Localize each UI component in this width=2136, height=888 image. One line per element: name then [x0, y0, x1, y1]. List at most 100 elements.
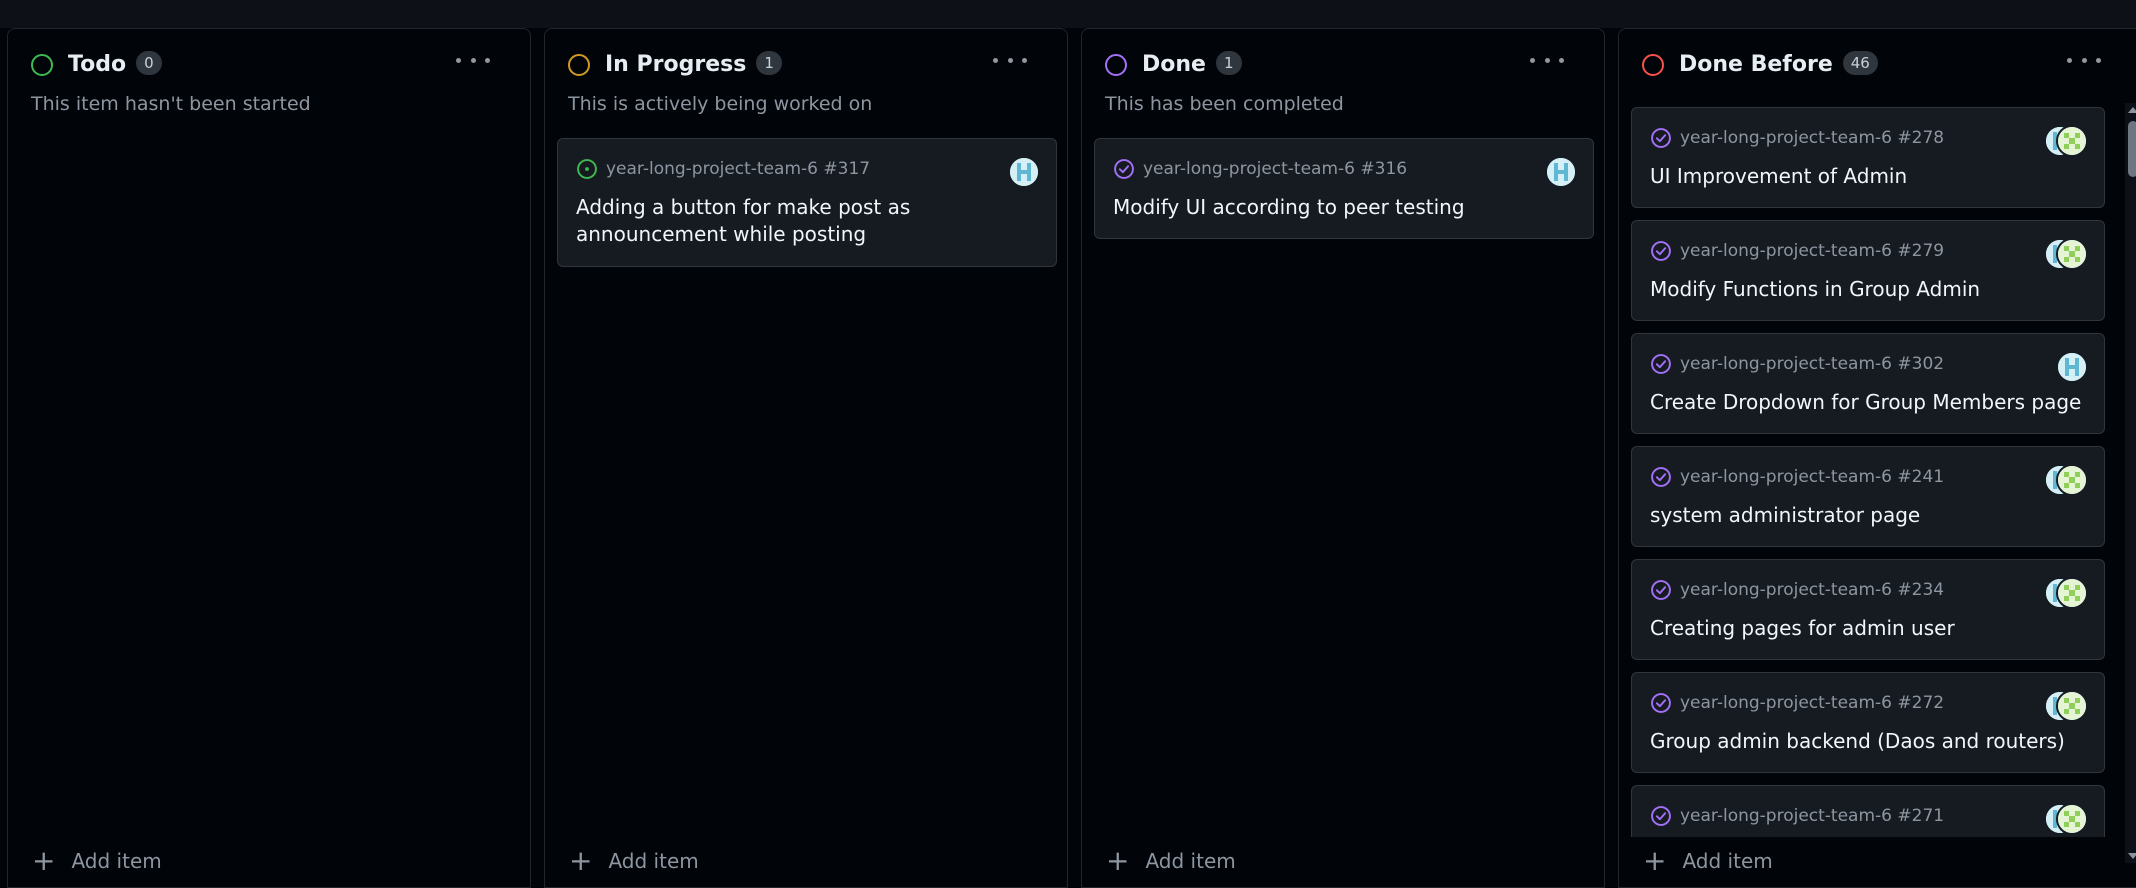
kebab-dot-icon — [1544, 57, 1550, 63]
column-description: This is actively being worked on — [568, 93, 873, 115]
issue-reference: year-long-project-team-6 #241 — [1680, 467, 1945, 487]
column-header: Todo 0 This item hasn't been started — [8, 29, 530, 129]
assignees[interactable] — [2044, 125, 2088, 157]
assignees[interactable] — [1008, 156, 1040, 188]
issue-closed-icon — [1651, 806, 1671, 826]
assignees[interactable] — [2044, 803, 2088, 835]
issue-reference: year-long-project-team-6 #317 — [606, 159, 871, 179]
issue-reference: year-long-project-team-6 #278 — [1680, 128, 1945, 148]
column-options-button[interactable] — [993, 47, 1027, 73]
column-options-button[interactable] — [1530, 47, 1564, 73]
issue-closed-icon — [1651, 580, 1671, 600]
column-title: In Progress 1 — [605, 51, 782, 77]
issue-card[interactable]: year-long-project-team-6 #302 Create Drop… — [1631, 333, 2105, 434]
card-title[interactable]: Modify Functions in Group Admin — [1650, 276, 2088, 303]
issue-open-icon — [577, 159, 597, 179]
item-count-badge: 0 — [136, 51, 162, 75]
assignees[interactable] — [2044, 464, 2088, 496]
card-list[interactable]: year-long-project-team-6 #278 UI Improvem… — [1619, 107, 2127, 837]
column-description: This item hasn't been started — [31, 93, 311, 115]
column-in-progress: In Progress 1 This is actively being work… — [544, 28, 1068, 888]
scroll-up-arrow-icon[interactable] — [2128, 107, 2136, 113]
identicon-icon — [2058, 579, 2086, 607]
add-item-button[interactable]: + Add item — [569, 847, 699, 875]
assignees[interactable] — [2044, 690, 2088, 722]
kebab-dot-icon — [470, 57, 476, 63]
kebab-dot-icon — [2081, 57, 2087, 63]
issue-closed-icon — [1651, 693, 1671, 713]
card-title[interactable]: Modify UI according to peer testing — [1113, 194, 1577, 221]
identicon-icon — [2058, 805, 2086, 833]
card-meta: year-long-project-team-6 #317 — [576, 157, 870, 181]
issue-card[interactable]: year-long-project-team-6 #272 Group admin… — [1631, 672, 2105, 773]
avatar[interactable] — [2056, 803, 2088, 835]
card-title[interactable]: Create Dropdown for Group Members page — [1650, 389, 2088, 416]
column-title: Done 1 — [1142, 51, 1242, 77]
issue-closed-icon — [1651, 467, 1671, 487]
issue-card[interactable]: year-long-project-team-6 #278 UI Improvem… — [1631, 107, 2105, 208]
column-done-before: Done Before 46 year-long-project-team-6 #… — [1618, 28, 2136, 888]
identicon-icon — [2058, 240, 2086, 268]
column-options-button[interactable] — [456, 47, 490, 73]
issue-reference: year-long-project-team-6 #302 — [1680, 354, 1945, 374]
status-circle-icon — [1642, 54, 1664, 76]
assignees[interactable] — [2044, 238, 2088, 270]
card-title[interactable]: Adding a button for make post as announc… — [576, 194, 1040, 248]
item-count-badge: 46 — [1842, 51, 1878, 75]
issue-card[interactable]: year-long-project-team-6 #241 system admi… — [1631, 446, 2105, 547]
project-board: Todo 0 This item hasn't been started + Ad… — [0, 0, 2136, 888]
add-item-button[interactable]: + Add item — [32, 847, 162, 875]
column-title: Done Before 46 — [1679, 51, 1878, 77]
card-title[interactable]: UI Improvement of Admin — [1650, 163, 2088, 190]
kebab-dot-icon — [2096, 57, 2101, 63]
issue-card[interactable]: year-long-project-team-6 #271 — [1631, 785, 2105, 837]
column-scrollbar[interactable] — [2125, 103, 2136, 863]
identicon-icon — [2058, 127, 2086, 155]
card-meta: year-long-project-team-6 #241 — [1650, 465, 1944, 489]
card-title[interactable]: Group admin backend (Daos and routers) — [1650, 728, 2088, 755]
identicon-icon — [2058, 692, 2086, 720]
assignees[interactable] — [1545, 156, 1577, 188]
avatar[interactable] — [2056, 351, 2088, 383]
issue-card[interactable]: year-long-project-team-6 #234 Creating pa… — [1631, 559, 2105, 660]
kebab-dot-icon — [1559, 57, 1564, 63]
issue-card[interactable]: year-long-project-team-6 #317 Adding a b… — [557, 138, 1057, 267]
avatar[interactable] — [1008, 156, 1040, 188]
column-title: Todo 0 — [68, 51, 162, 77]
card-meta: year-long-project-team-6 #278 — [1650, 126, 1944, 150]
issue-reference: year-long-project-team-6 #234 — [1680, 580, 1945, 600]
kebab-dot-icon — [1530, 57, 1535, 63]
status-circle-icon — [568, 54, 590, 76]
plus-icon: + — [1643, 844, 1667, 877]
avatar[interactable] — [2056, 464, 2088, 496]
add-item-label: Add item — [71, 849, 162, 873]
identicon-icon — [2058, 353, 2086, 381]
assignees[interactable] — [2056, 351, 2088, 383]
issue-card[interactable]: year-long-project-team-6 #279 Modify Func… — [1631, 220, 2105, 321]
card-title[interactable]: system administrator page — [1650, 502, 2088, 529]
column-done: Done 1 This has been completed year-long-… — [1081, 28, 1605, 888]
add-item-button[interactable]: + Add item — [1643, 844, 1773, 877]
kebab-dot-icon — [456, 57, 461, 63]
column-todo: Todo 0 This item hasn't been started + Ad… — [7, 28, 531, 888]
avatar[interactable] — [2056, 125, 2088, 157]
issue-card[interactable]: year-long-project-team-6 #316 Modify UI … — [1094, 138, 1594, 239]
avatar[interactable] — [2056, 690, 2088, 722]
card-title[interactable]: Creating pages for admin user — [1650, 615, 2088, 642]
add-item-label: Add item — [1145, 849, 1236, 873]
issue-reference: year-long-project-team-6 #316 — [1143, 159, 1408, 179]
column-description: This has been completed — [1105, 93, 1344, 115]
scroll-down-arrow-icon[interactable] — [2128, 853, 2136, 859]
assignees[interactable] — [2044, 577, 2088, 609]
add-item-button[interactable]: + Add item — [1106, 847, 1236, 875]
identicon-icon — [1010, 158, 1038, 186]
issue-closed-icon — [1651, 241, 1671, 261]
avatar[interactable] — [1545, 156, 1577, 188]
status-circle-icon — [31, 54, 53, 76]
kebab-dot-icon — [2067, 57, 2072, 63]
scrollbar-thumb[interactable] — [2128, 121, 2136, 177]
avatar[interactable] — [2056, 238, 2088, 270]
column-options-button[interactable] — [2067, 47, 2101, 73]
avatar[interactable] — [2056, 577, 2088, 609]
identicon-icon — [1547, 158, 1575, 186]
